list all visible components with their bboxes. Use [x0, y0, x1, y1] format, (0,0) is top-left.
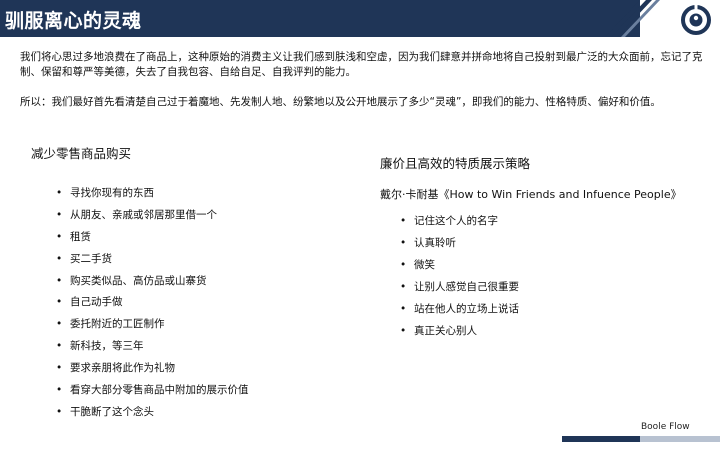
intro-paragraph-2: 所以：我们最好首先看清楚自己过于着魔地、先发制人地、纷繁地以及公开地展示了多少“… [20, 96, 661, 108]
left-bullet-list: • 寻找你现有的东西 • 从朋友、亲戚或邻居那里借一个 • 租赁 • 买二手货 • 购买类… [56, 185, 249, 426]
left-section-title: 减少零售商品购买 [31, 146, 132, 161]
list-item: • 站在他人的立场上说话 [400, 303, 519, 315]
list-item: • 购买类似品、高仿品或山寨货 [56, 274, 207, 287]
list-item: • 从朋友、亲戚或邻居那里借一个 [56, 208, 217, 221]
list-item: • 自己动手做 [56, 296, 123, 309]
list-item: • 买二手货 [56, 252, 112, 265]
boole-flow-logo-icon [681, 5, 711, 35]
list-item: • 真正关心别人 [400, 325, 477, 337]
list-item: • 委托附近的工匠制作 [56, 318, 165, 331]
brand-label: Boole Flow [641, 422, 690, 432]
list-item: • 认真聆听 [400, 237, 456, 249]
list-item: • 寻找你现有的东西 [56, 187, 154, 199]
header-stripe [600, 0, 660, 37]
list-item: • 新科技，等三年 [56, 340, 144, 353]
list-item: • 租赁 [56, 230, 91, 243]
list-item: • 看穿大部分零售商品中附加的展示价值 [56, 384, 249, 397]
intro-paragraph-1: 我们将心思过多地浪费在了商品上，这种原始的消费主义让我们感到肤浅和空虚，因为我们… [20, 51, 703, 78]
book-reference: 戴尔·卡耐基《How to Win Friends and Infuence P… [380, 188, 682, 201]
list-item: • 让别人感觉自己很重要 [400, 281, 519, 293]
page-title: 驯服离心的灵魂 [5, 10, 142, 32]
slide: 驯服离心的灵魂 我们将心思过多地浪费在了商品上，这种原始的消费主义让我们感到肤浅… [0, 0, 720, 450]
list-item: • 要求亲朋将此作为礼物 [56, 362, 175, 375]
footer-bar-light [640, 436, 720, 442]
list-item: • 干脆断了这个念头 [56, 405, 154, 418]
right-bullet-list: • 记住这个人的名字 • 认真聆听 • 微笑 • 让别人感觉自己很重要 • 站在他人的立场… [400, 213, 519, 345]
footer-bar-dark [562, 436, 640, 442]
list-item: • 微笑 [400, 259, 435, 271]
right-section-title: 廉价且高效的特质展示策略 [380, 156, 531, 171]
title-bar: 驯服离心的灵魂 [0, 0, 640, 37]
list-item: • 记住这个人的名字 [400, 215, 498, 227]
